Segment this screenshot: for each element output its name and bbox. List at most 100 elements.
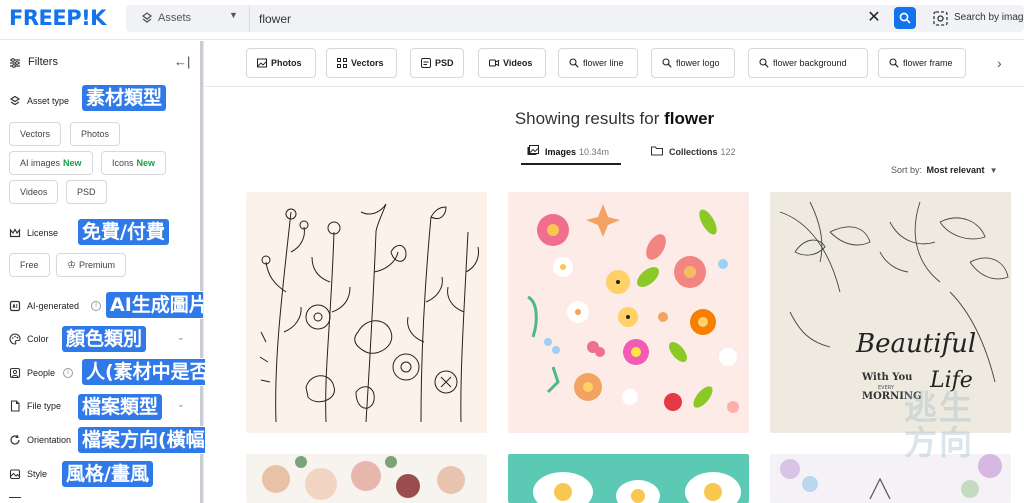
new-badge: New	[63, 158, 82, 168]
chip-videos[interactable]: Videos	[9, 180, 59, 204]
tab-images-label: Images	[545, 147, 577, 157]
ai-icon	[9, 300, 21, 312]
tag-flower-background[interactable]: flower background	[748, 48, 868, 78]
tag-label: Photos	[271, 58, 302, 68]
chip-ai-images[interactable]: AI images New	[9, 151, 93, 175]
chevron-down-icon: ▼	[989, 166, 998, 175]
license-label: License	[27, 228, 59, 238]
search-icon	[899, 12, 911, 24]
tag-photos[interactable]: Photos	[246, 48, 316, 78]
chevron-down-icon: ▼	[229, 10, 238, 20]
search-icon	[662, 58, 672, 68]
people-label: People	[27, 368, 56, 378]
tag-label: flower frame	[903, 58, 953, 68]
assets-icon	[9, 95, 21, 106]
search-by-image-label: Search by image	[954, 12, 1024, 23]
file-icon	[10, 400, 20, 412]
results-query: flower	[664, 109, 715, 128]
tag-label: Videos	[503, 58, 533, 68]
search-icon	[569, 58, 579, 68]
tag-flower-line[interactable]: flower line	[558, 48, 638, 78]
tag-vectors[interactable]: Vectors	[326, 48, 397, 78]
tab-images-count: 10.34m	[579, 147, 610, 157]
search-by-image-button[interactable]: Search by image	[933, 10, 1024, 28]
asset-type-label: Asset type	[27, 96, 70, 106]
result-card-line-art-flowers[interactable]	[246, 192, 487, 433]
sort-label: Sort by:	[891, 165, 923, 175]
chip-label: PSD	[77, 187, 96, 197]
folder-icon	[651, 146, 663, 156]
top-header: FREEP!K Assets ▼ ✕ Search by image	[0, 0, 1024, 40]
tab-collections-count: 122	[720, 147, 736, 157]
filters-header: Filters ←|	[9, 54, 194, 71]
crown-icon	[9, 228, 21, 238]
tab-collections-label: Collections	[669, 147, 718, 157]
freepik-logo[interactable]: FREEP!K	[9, 6, 106, 30]
collapse-sidebar-icon[interactable]: ←|	[174, 54, 190, 69]
watermark-logo: 逃生方向	[904, 388, 974, 462]
watercolor-roses-image	[262, 456, 465, 500]
tag-label: Vectors	[351, 58, 384, 68]
partial-next-section	[9, 497, 21, 503]
chip-photos[interactable]: Photos	[70, 122, 121, 146]
search-bar: Assets ▼ ✕ Search by image	[126, 5, 1024, 32]
chevron-right-icon[interactable]: ›	[997, 55, 1002, 71]
info-icon[interactable]: i	[91, 301, 101, 311]
palette-icon	[9, 333, 21, 345]
filters-title: Filters	[28, 56, 58, 68]
chip-label: Premium	[78, 260, 115, 270]
annotation-asset-type: 素材類型	[82, 85, 167, 111]
results-area: Photos Vectors PSD Videos flower line fl…	[205, 41, 1024, 503]
tag-label: flower background	[773, 58, 847, 68]
related-tags-row: Photos Vectors PSD Videos flower line fl…	[205, 41, 1024, 87]
tag-videos[interactable]: Videos	[478, 48, 546, 78]
result-card-flat-flowers[interactable]	[508, 192, 749, 433]
annotation-color: 顏色類別	[62, 326, 147, 352]
annotation-file-type: 檔案類型	[78, 394, 163, 420]
asset-type-select[interactable]: Assets ▼	[126, 5, 250, 32]
chip-premium[interactable]: ♔ Premium	[56, 253, 126, 277]
vector-icon	[337, 58, 347, 68]
sort-dropdown[interactable]: Sort by: Most relevant ▼	[891, 165, 997, 175]
search-icon	[889, 58, 899, 68]
chip-vectors[interactable]: Vectors	[9, 122, 62, 146]
clear-search-icon[interactable]: ✕	[864, 8, 884, 28]
tag-psd[interactable]: PSD	[410, 48, 464, 78]
image-search-icon	[933, 11, 948, 26]
crown-icon: ♔	[67, 260, 76, 271]
chip-label: Vectors	[20, 129, 51, 139]
chip-label: Free	[20, 260, 39, 270]
chip-label: AI images	[20, 158, 61, 168]
annotation-ai-generated: AI生成圖片	[106, 292, 203, 318]
result-card-watercolor-roses[interactable]	[246, 454, 487, 503]
flat-flowers-image	[527, 204, 739, 413]
chip-icons[interactable]: Icons New	[101, 151, 167, 175]
search-input[interactable]	[259, 10, 849, 28]
chip-psd[interactable]: PSD	[66, 180, 107, 204]
new-badge: New	[136, 158, 156, 168]
info-icon[interactable]: i	[63, 368, 73, 378]
chip-label: Photos	[81, 129, 110, 139]
person-icon	[9, 367, 21, 379]
chip-free[interactable]: Free	[9, 253, 50, 277]
ai-generated-label: AI-generated	[27, 301, 80, 311]
tag-label: PSD	[435, 58, 454, 68]
tab-images[interactable]: Images 10.34m	[521, 145, 621, 165]
style-label: Style	[27, 469, 48, 479]
images-icon	[527, 145, 539, 155]
search-button[interactable]	[894, 7, 916, 29]
tab-collections[interactable]: Collections 122	[645, 145, 755, 165]
daisies-image	[533, 472, 741, 503]
annotation-license: 免費/付費	[78, 219, 169, 245]
tag-flower-logo[interactable]: flower logo	[651, 48, 735, 78]
line-art-flowers-image	[259, 203, 479, 423]
sort-value: Most relevant	[926, 165, 985, 175]
rotate-icon	[10, 434, 20, 445]
result-card-daisies[interactable]	[508, 454, 749, 503]
beautiful-text: Beautiful	[855, 329, 976, 359]
video-icon	[489, 59, 499, 67]
assets-icon	[141, 12, 153, 23]
tag-flower-frame[interactable]: flower frame	[878, 48, 966, 78]
result-card-floral-frame[interactable]	[770, 454, 1011, 503]
chip-label: Icons	[112, 158, 134, 168]
